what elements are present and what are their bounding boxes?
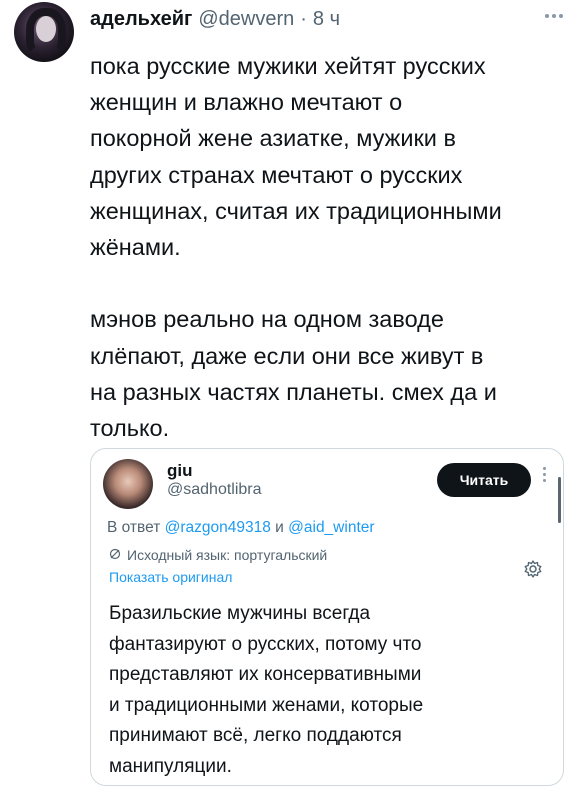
tweet-text: пока русские мужики хейтят русских женщи… [90, 48, 570, 446]
tweet-text-line: только. [90, 415, 170, 442]
tweet-text-line: клёпают, даже если они все живут в [90, 342, 484, 369]
show-original-link[interactable]: Показать оригинал [109, 569, 232, 585]
tweet-text-line: на разных частях планеты. смех да и [90, 378, 497, 405]
more-horizontal-icon[interactable] [545, 14, 563, 18]
author-avatar[interactable] [14, 2, 74, 62]
quoted-text-line: фантазируют о русских, потому что [109, 633, 422, 655]
more-vertical-icon[interactable] [543, 467, 546, 482]
quoted-text-line: манипуляции. [109, 755, 232, 777]
tweet-text-line: покорной жене азиатке, мужики в [90, 125, 456, 152]
author-handle[interactable]: @dewvern [198, 8, 294, 31]
author-name[interactable]: адельхейг [90, 8, 192, 31]
tweet: адельхейг @dewvern · 8 ч пока русские му… [0, 0, 587, 800]
quoted-author-name[interactable]: giu [167, 461, 193, 481]
tweet-text-line: жёнами. [90, 234, 181, 261]
quoted-tweet-card[interactable]: giu @sadhotlibra Читать В ответ @razgon4… [90, 448, 564, 786]
translated-from-label: Исходный язык: португальский [127, 547, 328, 563]
quoted-text-line: представляют их консервативными [109, 664, 422, 685]
tweet-text-line: мэнов реально на одном заводе [90, 306, 444, 333]
quoted-tweet-text: Бразильские мужчины всегда фантазируют о… [109, 599, 549, 782]
card-scroll-edge [558, 477, 561, 523]
reply-mention-link[interactable]: @razgon49318 [165, 519, 271, 536]
tweet-text-line: других странах мечтают о русских [90, 161, 463, 188]
quoted-text-line: принимают всё, легко поддаются [109, 725, 402, 746]
quoted-author-handle[interactable]: @sadhotlibra [167, 481, 262, 499]
reply-prefix: В ответ [107, 519, 161, 536]
translate-icon [109, 548, 121, 563]
tweet-text-line: пока русские мужики хейтят русских [90, 53, 486, 79]
header-separator: · [300, 8, 307, 30]
gear-icon[interactable] [523, 559, 543, 579]
reply-and: и [275, 519, 284, 536]
reply-to-line: В ответ @razgon49318 и @aid_winter [107, 519, 375, 537]
reply-mention-link[interactable]: @aid_winter [288, 519, 374, 536]
follow-button[interactable]: Читать [437, 463, 531, 497]
translation-note: Исходный язык: португальский [109, 547, 327, 563]
timestamp[interactable]: 8 ч [313, 8, 340, 31]
quoted-author-avatar[interactable] [103, 459, 153, 509]
quoted-text-line: и традиционными женами, которые [109, 694, 424, 716]
tweet-text-line: женщинах, считая их традиционными [90, 197, 502, 224]
tweet-header: адельхейг @dewvern · 8 ч [90, 8, 340, 34]
quoted-text-line: Бразильские мужчины всегда [109, 603, 371, 624]
tweet-text-line: женщин и влажно мечтают о [90, 89, 403, 116]
